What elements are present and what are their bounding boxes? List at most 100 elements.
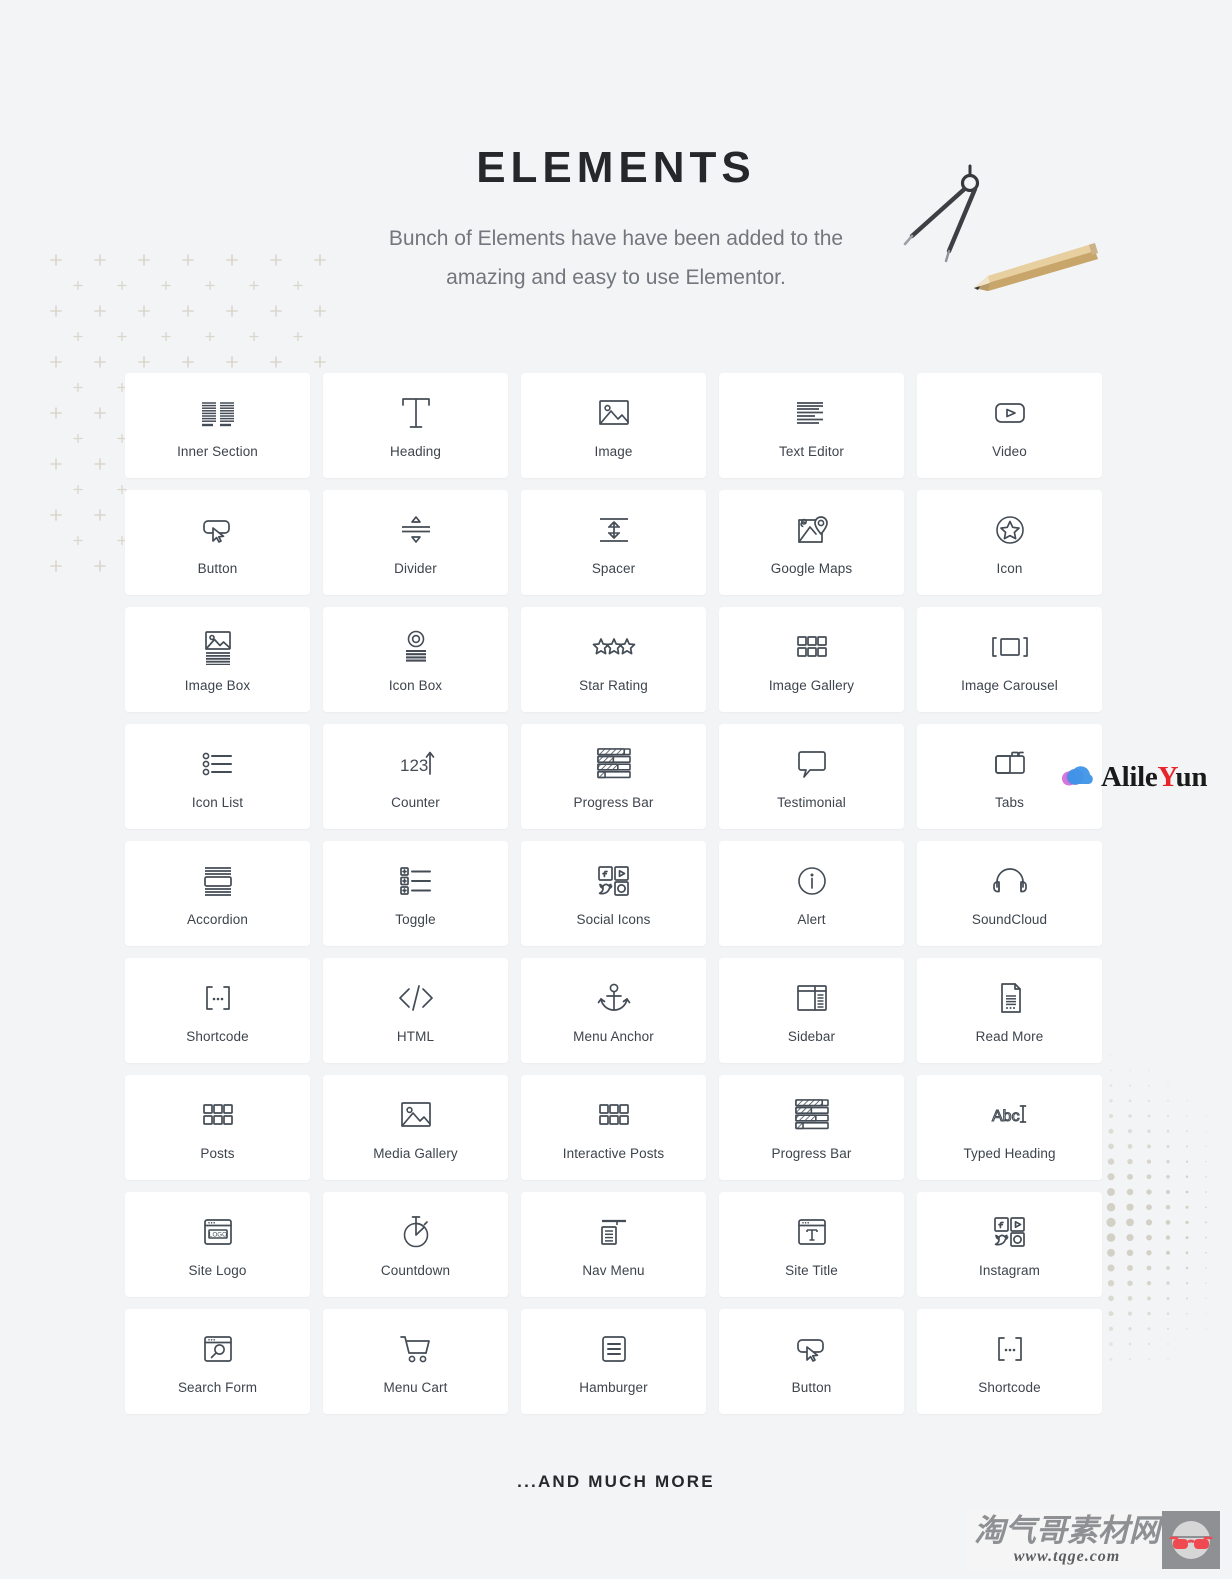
element-card[interactable]: Video — [917, 373, 1102, 478]
alileyun-prefix: Alile — [1101, 761, 1158, 793]
element-card[interactable]: Star Rating — [521, 607, 706, 712]
search-browser-icon — [201, 1329, 235, 1369]
element-card[interactable]: Button — [719, 1309, 904, 1414]
carousel-icon — [990, 627, 1030, 667]
button-cursor-icon — [793, 1329, 831, 1369]
element-card[interactable]: Abc Typed Heading — [917, 1075, 1102, 1180]
image-icon — [398, 1095, 434, 1135]
element-card[interactable]: Alert — [719, 841, 904, 946]
element-card-label: Image Box — [184, 677, 251, 693]
element-card-label: Google Maps — [770, 560, 853, 576]
element-card-label: Instagram — [979, 1262, 1040, 1278]
element-card-label: Inner Section — [177, 443, 258, 459]
element-card[interactable]: Image Gallery — [719, 607, 904, 712]
element-card-label: Shortcode — [186, 1028, 249, 1044]
element-card[interactable]: Countdown — [323, 1192, 508, 1297]
element-card[interactable]: Menu Anchor — [521, 958, 706, 1063]
element-card[interactable]: Progress Bar — [521, 724, 706, 829]
element-card-label: Site Logo — [188, 1262, 247, 1278]
element-card[interactable]: Posts — [125, 1075, 310, 1180]
page-subtitle: Bunch of Elements have have been added t… — [388, 227, 844, 289]
element-card-label: Menu Cart — [383, 1379, 448, 1395]
element-card[interactable]: Progress Bar — [719, 1075, 904, 1180]
svg-text:123: 123 — [400, 756, 428, 775]
element-card[interactable]: Nav Menu — [521, 1192, 706, 1297]
element-card[interactable]: Shortcode — [917, 1309, 1102, 1414]
element-card-label: Posts — [200, 1145, 235, 1161]
halftone-dots-decoration — [1097, 1030, 1232, 1370]
element-card[interactable]: Instagram — [917, 1192, 1102, 1297]
element-card[interactable]: HTML — [323, 958, 508, 1063]
shortcode-brackets-icon — [201, 978, 235, 1018]
element-card[interactable]: SoundCloud — [917, 841, 1102, 946]
element-card-label: Icon — [996, 560, 1023, 576]
element-card-label: Icon List — [191, 794, 244, 810]
spacer-icon — [597, 510, 631, 550]
anchor-icon — [597, 978, 631, 1018]
element-card[interactable]: LOGO Site Logo — [125, 1192, 310, 1297]
element-card-label: SoundCloud — [971, 911, 1048, 927]
element-card-label: Interactive Posts — [562, 1145, 665, 1161]
footer-tagline: ...AND MUCH MORE — [517, 1472, 715, 1491]
icon-list-icon — [200, 744, 236, 784]
headphones-icon — [992, 861, 1028, 901]
element-card[interactable]: Menu Cart — [323, 1309, 508, 1414]
element-card[interactable]: Spacer — [521, 490, 706, 595]
stopwatch-icon — [399, 1212, 433, 1252]
elements-grid: Inner Section Heading Image Text Editor … — [125, 373, 1107, 1414]
sidebar-layout-icon — [795, 978, 829, 1018]
element-card[interactable]: Image — [521, 373, 706, 478]
element-card[interactable]: Icon — [917, 490, 1102, 595]
inner-section-icon — [198, 393, 238, 433]
element-card-label: Read More — [975, 1028, 1044, 1044]
element-card-label: Alert — [797, 911, 826, 927]
document-page-icon — [994, 978, 1026, 1018]
element-card[interactable]: Google Maps — [719, 490, 904, 595]
element-card[interactable]: Search Form — [125, 1309, 310, 1414]
typed-heading-abc-icon: Abc — [990, 1095, 1030, 1135]
element-card[interactable]: Image Carousel — [917, 607, 1102, 712]
element-card-label: Toggle — [395, 911, 436, 927]
tqge-text-column: 淘气哥素材网 www.tqge.com — [966, 1512, 1162, 1565]
social-icons-icon — [993, 1212, 1027, 1252]
element-card-label: Video — [992, 443, 1027, 459]
heading-t-icon — [398, 393, 434, 433]
element-card-label: Button — [197, 560, 238, 576]
element-card[interactable]: Toggle — [323, 841, 508, 946]
shopping-cart-icon — [398, 1329, 434, 1369]
element-card[interactable]: Heading — [323, 373, 508, 478]
element-card[interactable]: Image Box — [125, 607, 310, 712]
element-card[interactable]: Button — [125, 490, 310, 595]
element-card[interactable]: Media Gallery — [323, 1075, 508, 1180]
element-card[interactable]: Text Editor — [719, 373, 904, 478]
code-angle-brackets-icon — [397, 978, 435, 1018]
element-card-label: Progress Bar — [573, 794, 654, 810]
element-card[interactable]: Divider — [323, 490, 508, 595]
tqge-chinese-text: 淘气哥素材网 — [974, 1512, 1160, 1549]
element-card-label: Media Gallery — [373, 1145, 458, 1161]
element-card-label: Tabs — [995, 794, 1024, 810]
element-card[interactable]: Sidebar — [719, 958, 904, 1063]
element-card[interactable]: Icon Box — [323, 607, 508, 712]
element-card[interactable]: Inner Section — [125, 373, 310, 478]
element-card-label: Typed Heading — [963, 1145, 1056, 1161]
element-card-label: Shortcode — [978, 1379, 1041, 1395]
alileyun-watermark: AlileYun — [1060, 762, 1207, 793]
element-card[interactable]: Social Icons — [521, 841, 706, 946]
glasses-icon — [1162, 1511, 1220, 1569]
element-card-label: Icon Box — [388, 677, 443, 693]
element-card-label: Search Form — [177, 1379, 258, 1395]
cloud-icon — [1060, 762, 1094, 793]
element-card-label: Text Editor — [779, 443, 844, 459]
divider-icon — [398, 510, 434, 550]
element-card[interactable]: Site Title — [719, 1192, 904, 1297]
element-card[interactable]: Read More — [917, 958, 1102, 1063]
element-card[interactable]: Icon List — [125, 724, 310, 829]
element-card[interactable]: 123 Counter — [323, 724, 508, 829]
tqge-url-text: www.tqge.com — [1013, 1547, 1121, 1565]
element-card[interactable]: Shortcode — [125, 958, 310, 1063]
element-card[interactable]: Testimonial — [719, 724, 904, 829]
element-card[interactable]: Accordion — [125, 841, 310, 946]
element-card[interactable]: Hamburger — [521, 1309, 706, 1414]
element-card[interactable]: Interactive Posts — [521, 1075, 706, 1180]
